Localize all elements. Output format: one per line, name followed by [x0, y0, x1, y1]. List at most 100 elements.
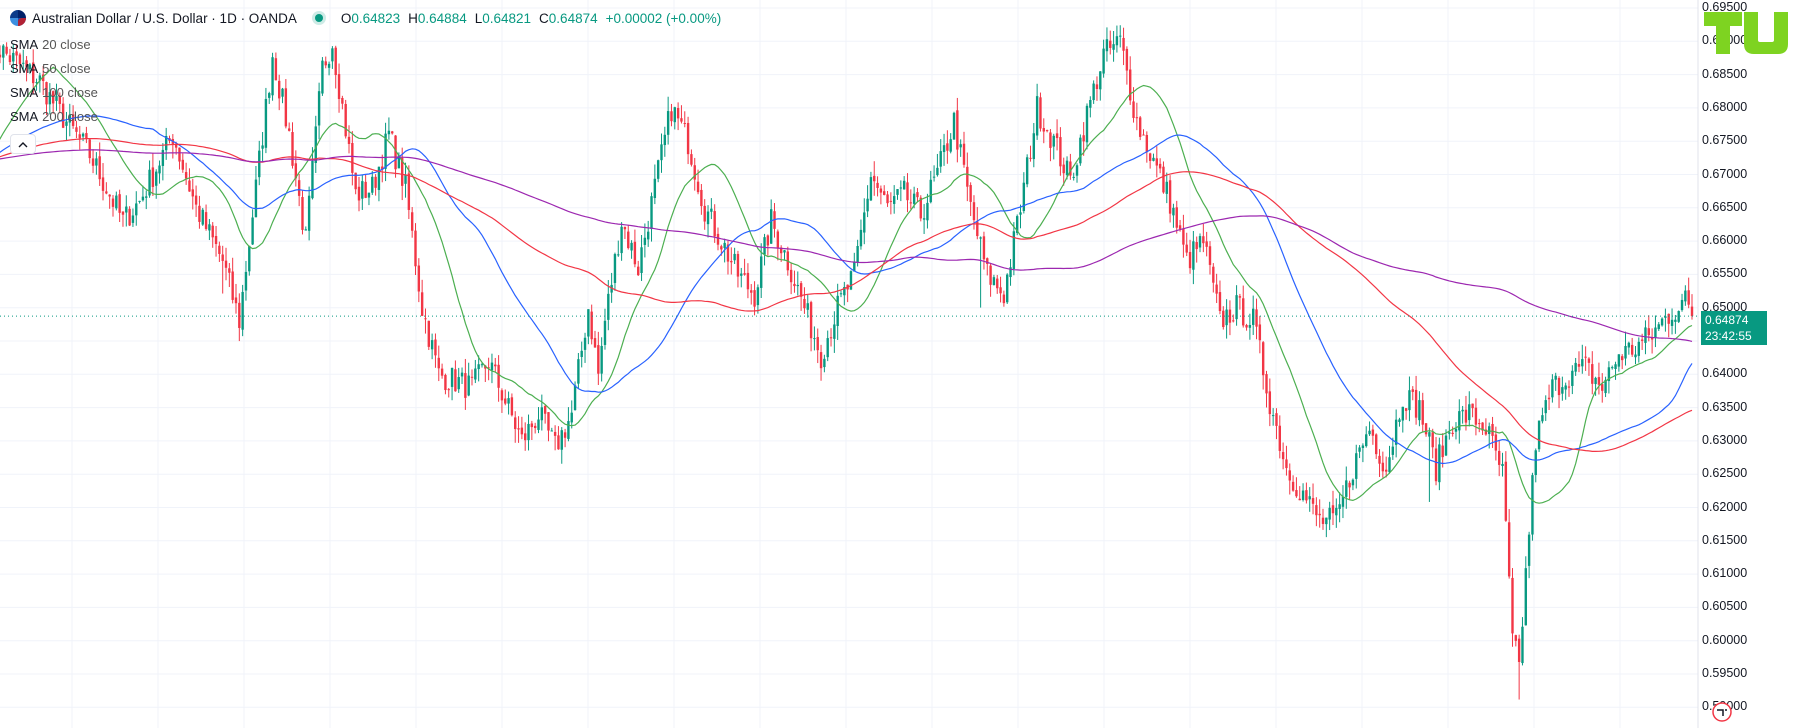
candle-body	[111, 198, 115, 207]
indicator-sma-50[interactable]: SMA 50 close	[10, 56, 721, 80]
symbol-title[interactable]: Australian Dollar / U.S. Dollar · 1D · O…	[32, 11, 297, 26]
candle-body	[1145, 134, 1149, 153]
candle-body	[637, 266, 640, 276]
candle-body	[776, 231, 780, 248]
candle-body	[1052, 135, 1055, 147]
candle-body	[1182, 228, 1185, 245]
candle-body	[198, 205, 201, 222]
candle-body	[1281, 452, 1285, 460]
candle-body	[374, 176, 377, 188]
indicator-sma-20[interactable]: SMA 20 close	[10, 32, 721, 56]
candle-body	[420, 292, 424, 316]
candle-body	[613, 254, 617, 283]
candle-body	[710, 208, 713, 212]
candle-body	[214, 235, 218, 245]
candle-body	[1099, 71, 1102, 90]
candle-body	[646, 231, 650, 240]
candle-body	[477, 364, 480, 370]
candle-body	[547, 412, 550, 431]
candle-body	[706, 211, 710, 225]
candle-body	[181, 159, 185, 170]
candle-body	[789, 269, 793, 283]
candle-body	[543, 406, 547, 414]
candle-body	[1640, 339, 1644, 341]
candle-body	[593, 338, 597, 348]
candle-body	[1454, 428, 1458, 432]
candle-body	[507, 398, 510, 404]
candle-body	[1611, 367, 1614, 369]
low-label: L	[474, 10, 483, 26]
candle-body	[816, 337, 819, 351]
candle-body	[1637, 341, 1641, 356]
candle-body	[523, 433, 527, 441]
candle-body	[1424, 423, 1428, 435]
candle-body	[1374, 434, 1378, 455]
candle-body	[1684, 290, 1687, 302]
candle-body	[1670, 319, 1674, 326]
candle-body	[959, 144, 962, 148]
candle-body	[912, 193, 916, 204]
candle-body	[550, 430, 553, 432]
candle-body	[942, 145, 946, 153]
candle-body	[1408, 390, 1411, 411]
aud-usd-flag-icon	[10, 10, 26, 26]
candle-body	[643, 237, 647, 245]
collapse-legend-button[interactable]	[10, 134, 36, 154]
candle-body	[936, 167, 939, 176]
candle-body	[1507, 522, 1511, 577]
candle-body	[756, 287, 760, 306]
candle-body	[1414, 389, 1418, 418]
candle-body	[1667, 313, 1670, 324]
candle-body	[500, 390, 504, 401]
indicator-params: 50 close	[42, 60, 91, 76]
candle-body	[1401, 406, 1404, 421]
candle-body	[191, 189, 194, 197]
candle-body	[244, 271, 248, 291]
open-value: 0.64823	[351, 10, 401, 26]
candle-body	[746, 272, 750, 290]
chart-legend: Australian Dollar / U.S. Dollar · 1D · O…	[10, 8, 721, 154]
candle-body	[1690, 306, 1694, 317]
candle-body	[703, 205, 706, 222]
candle-body	[414, 230, 417, 267]
candle-body	[1654, 327, 1657, 338]
candle-body	[447, 389, 450, 391]
candle-body	[1630, 344, 1634, 355]
candle-body	[1301, 490, 1305, 500]
candle-body	[866, 198, 869, 212]
candle-body	[364, 181, 367, 198]
candle-body	[1135, 117, 1139, 119]
candle-body	[896, 189, 899, 195]
candle-body	[600, 345, 603, 374]
candle-body	[221, 254, 224, 261]
candle-body	[863, 212, 866, 233]
candle-body	[1172, 207, 1175, 216]
candle-body	[1464, 409, 1468, 423]
candle-body	[1125, 48, 1129, 71]
candle-body	[696, 181, 700, 193]
candle-body	[1674, 319, 1677, 322]
tradingview-badge-icon[interactable]	[1712, 702, 1732, 722]
indicator-sma-200[interactable]: SMA 200 close	[10, 104, 721, 128]
tradingview-logo-icon[interactable]	[1702, 10, 1792, 56]
candle-body	[932, 176, 936, 178]
candle-body	[1677, 311, 1680, 322]
candle-body	[597, 345, 600, 374]
candle-body	[184, 172, 188, 179]
candle-body	[1551, 379, 1554, 398]
chevron-up-icon	[18, 141, 28, 147]
candle-body	[1680, 299, 1684, 311]
candle-body	[1441, 445, 1444, 458]
candle-body	[241, 291, 244, 330]
candle-body	[1431, 432, 1434, 448]
candle-body	[1554, 375, 1557, 380]
candle-body	[234, 297, 238, 304]
candle-body	[926, 202, 929, 221]
candle-body	[999, 287, 1002, 294]
candle-body	[474, 368, 477, 380]
indicator-sma-100[interactable]: SMA 100 close	[10, 80, 721, 104]
chart-area[interactable]: Australian Dollar / U.S. Dollar · 1D · O…	[0, 0, 1800, 728]
candle-body	[371, 176, 374, 193]
candle-body	[434, 339, 437, 356]
indicator-name: SMA	[10, 36, 39, 52]
